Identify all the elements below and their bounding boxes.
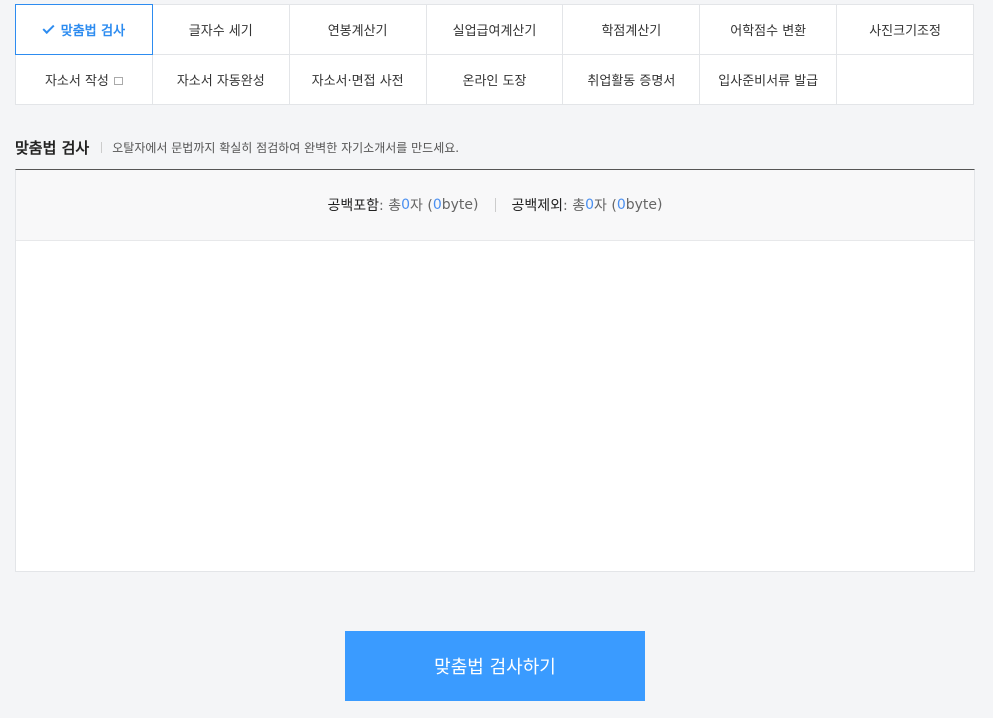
divider	[494, 198, 496, 212]
tool-tab-label: 글자수 세기	[188, 24, 253, 39]
tool-tab-resume-write[interactable]: 자소서 작성	[16, 55, 153, 105]
counter-bytes-value: 0	[616, 197, 626, 213]
tool-tab-char-count[interactable]: 글자수 세기	[152, 5, 290, 55]
divider	[101, 142, 103, 153]
counter-without-space: 공백제외 : 총 0 자 ( 0 byte)	[512, 195, 663, 215]
tool-tab-language-score[interactable]: 어학점수 변환	[700, 5, 838, 55]
tool-tab-label: 온라인 도장	[462, 74, 527, 89]
section-description: 오탈자에서 문법까지 확실히 점검하여 완벽한 자기소개서를 만드세요.	[112, 141, 460, 155]
counter-label: 공백포함	[327, 198, 380, 214]
tool-tab-photo-resize[interactable]: 사진크기조정	[837, 5, 974, 55]
counter-prefix: : 총	[379, 198, 402, 214]
check-icon	[42, 21, 55, 35]
counter-chars-unit: 자 (	[594, 198, 617, 214]
tool-tab-label: 입사준비서류 발급	[718, 74, 819, 89]
tool-tab-label: 맞춤법 검사	[60, 24, 126, 39]
tool-tab-gpa-calc[interactable]: 학점계산기	[563, 5, 701, 55]
section-title: 맞춤법 검사	[15, 139, 90, 157]
spell-check-submit-button[interactable]: 맞춤법 검사하기	[345, 631, 645, 701]
section-header: 맞춤법 검사 오탈자에서 문법까지 확실히 점검하여 완벽한 자기소개서를 만드…	[15, 137, 459, 158]
tool-tab-label: 실업급여계산기	[452, 24, 537, 39]
counter-bytes-value: 0	[432, 197, 442, 213]
tool-tab-label: 어학점수 변환	[730, 24, 807, 39]
tool-tab-document-issue[interactable]: 입사준비서류 발급	[700, 55, 838, 105]
counter-bytes-unit: byte)	[625, 197, 663, 213]
character-counter: 공백포함 : 총 0 자 ( 0 byte) 공백제외 : 총 0 자 ( 0 …	[16, 170, 974, 241]
tool-tab-label: 취업활동 증명서	[587, 74, 676, 89]
tool-tab-resume-autocomplete[interactable]: 자소서 자동완성	[152, 55, 290, 105]
tool-tab-label: 자소서 작성	[44, 74, 109, 89]
new-window-icon	[113, 76, 123, 85]
counter-chars-value: 0	[585, 197, 595, 213]
counter-chars-unit: 자 (	[410, 198, 433, 214]
counter-label: 공백제외	[511, 198, 564, 214]
tool-tab-online-stamp[interactable]: 온라인 도장	[426, 55, 564, 105]
tool-tab-unemployment-calc[interactable]: 실업급여계산기	[426, 5, 564, 55]
tool-tab-spell-check[interactable]: 맞춤법 검사	[15, 4, 153, 55]
tool-tab-resume-dictionary[interactable]: 자소서·면접 사전	[289, 55, 427, 105]
tool-nav: 맞춤법 검사 글자수 세기 연봉계산기 실업급여계산기 학점계산기 어학점수 변…	[15, 4, 974, 105]
tool-tab-label: 자소서 자동완성	[176, 74, 265, 89]
tool-tab-label: 연봉계산기	[327, 24, 388, 39]
counter-bytes-unit: byte)	[441, 197, 479, 213]
counter-chars-value: 0	[401, 197, 411, 213]
text-input[interactable]	[16, 241, 974, 571]
counter-prefix: : 총	[563, 198, 586, 214]
tool-tab-empty	[837, 55, 974, 105]
tool-tab-label: 학점계산기	[601, 24, 662, 39]
tool-tab-label: 사진크기조정	[869, 24, 941, 39]
tool-tab-salary-calc[interactable]: 연봉계산기	[289, 5, 427, 55]
counter-with-space: 공백포함 : 총 0 자 ( 0 byte)	[328, 195, 479, 215]
tool-tab-job-certificate[interactable]: 취업활동 증명서	[563, 55, 701, 105]
spell-check-editor: 공백포함 : 총 0 자 ( 0 byte) 공백제외 : 총 0 자 ( 0 …	[15, 169, 975, 572]
tool-tab-label: 자소서·면접 사전	[311, 74, 404, 89]
